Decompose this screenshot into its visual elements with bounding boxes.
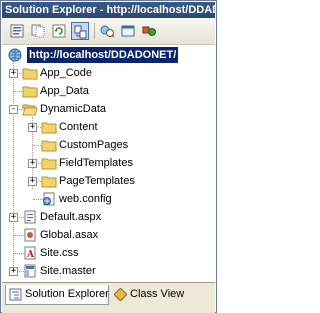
folder-icon: [41, 140, 57, 152]
expand-toggle[interactable]: +: [9, 267, 18, 276]
solution-explorer-window: Solution Explorer - http://localhost/DDA…: [0, 0, 217, 313]
web-site-button[interactable]: [119, 22, 137, 40]
tab-class-view-label: Class View: [130, 288, 185, 300]
copy-web-site-button[interactable]: [98, 22, 116, 40]
class-view-icon: [114, 288, 127, 301]
svg-text:A: A: [26, 250, 35, 260]
refresh-button[interactable]: [50, 22, 68, 40]
tree-item-label: Global.asax: [40, 229, 99, 241]
tab-solution-explorer-label: Solution Explorer: [25, 288, 109, 300]
tree-item-label: FieldTemplates: [59, 157, 133, 169]
tool-window-tabs: Solution Explorer Class View: [2, 282, 215, 313]
solution-tree: http://localhost/DDADONET/ + App_Code App_…: [2, 45, 215, 296]
nest-files-icon: [74, 25, 87, 39]
tree-item[interactable]: + Site.master: [2, 263, 212, 279]
window-title: Solution Explorer - http://localhost/DDA…: [2, 2, 215, 18]
asp-net-configuration-button[interactable]: [140, 22, 158, 40]
expand-toggle[interactable]: +: [9, 69, 18, 78]
root-label: http://localhost/DDADONET/: [27, 47, 179, 63]
tree-item[interactable]: CustomPages: [2, 137, 212, 153]
folder-icon: [41, 176, 57, 188]
tree-item-label: App_Data: [40, 85, 89, 97]
master-file-icon: [24, 264, 36, 278]
tree-item-label: Content: [59, 121, 98, 133]
show-all-files-button[interactable]: [29, 22, 47, 40]
tree-item[interactable]: web.config: [2, 191, 212, 207]
tree-item[interactable]: - DynamicData: [2, 101, 212, 117]
expand-toggle[interactable]: +: [9, 213, 18, 222]
properties-button[interactable]: [8, 22, 26, 40]
tree-item[interactable]: + FieldTemplates: [2, 155, 212, 171]
folder-icon: [41, 158, 57, 170]
tree-item[interactable]: + App_Code: [2, 65, 212, 81]
css-file-icon: A: [24, 246, 36, 260]
config-file-icon: [43, 192, 55, 206]
tab-class-view[interactable]: Class View: [111, 285, 185, 305]
tree-item-label: App_Code: [40, 67, 92, 79]
toolbar: [2, 18, 215, 45]
expand-toggle[interactable]: +: [28, 123, 37, 132]
web-site-project-icon: [8, 48, 22, 62]
tree-item-label: web.config: [59, 193, 112, 205]
toolbar-separator: [94, 23, 95, 39]
folder-icon: [22, 86, 38, 98]
show-all-files-icon: [31, 24, 45, 38]
nest-related-files-button[interactable]: [71, 22, 89, 40]
tree-item[interactable]: + Default.aspx: [2, 209, 212, 225]
refresh-icon: [52, 24, 66, 38]
copy-web-site-icon: [100, 25, 114, 38]
tree-item[interactable]: Global.asax: [2, 227, 212, 243]
tree-item[interactable]: + Content: [2, 119, 212, 135]
properties-icon: [10, 24, 24, 38]
asp-net-config-icon: [142, 26, 156, 36]
tree-item-label: Site.master: [40, 265, 96, 277]
tree-item[interactable]: A Site.css: [2, 245, 212, 261]
aspx-file-icon: [24, 210, 36, 224]
asax-file-icon: [24, 228, 36, 242]
tree-item-label: Site.css: [40, 247, 79, 259]
tree-item-label: DynamicData: [40, 103, 107, 115]
tree-item-label: Default.aspx: [40, 211, 102, 223]
folder-open-icon: [22, 104, 38, 116]
tree-item[interactable]: App_Data: [2, 83, 212, 99]
folder-icon: [22, 68, 38, 80]
tree-item[interactable]: + PageTemplates: [2, 173, 212, 189]
folder-icon: [41, 122, 57, 134]
tree-item-label: CustomPages: [59, 139, 129, 151]
expand-toggle[interactable]: +: [28, 159, 37, 168]
expand-toggle[interactable]: +: [28, 177, 37, 186]
tree-item-label: PageTemplates: [59, 175, 135, 187]
tab-solution-explorer[interactable]: Solution Explorer: [5, 285, 109, 305]
web-site-icon: [121, 25, 135, 37]
solution-explorer-icon: [9, 288, 22, 301]
collapse-toggle[interactable]: -: [9, 105, 18, 114]
